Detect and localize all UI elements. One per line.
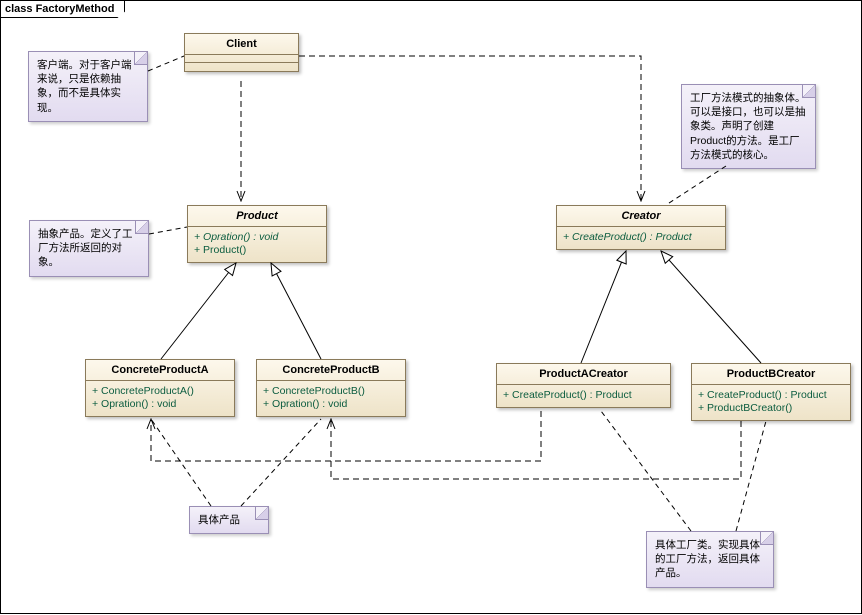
class-title: ConcreteProductA (86, 360, 234, 381)
class-product-a-creator: ProductACreator + CreateProduct() : Prod… (496, 363, 671, 408)
class-client: Client (184, 33, 299, 72)
class-title: ConcreteProductB (257, 360, 405, 381)
class-members: + CreateProduct() : Product (497, 385, 670, 407)
class-product: Product + Opration() : void + Product() (187, 205, 327, 263)
note-client: 客户端。对于客户端来说，只是依赖抽象，而不是具体实现。 (28, 51, 148, 122)
class-members: + CreateProduct() : Product + ProductBCr… (692, 385, 850, 420)
class-title: Client (185, 34, 298, 55)
class-title: ProductBCreator (692, 364, 850, 385)
class-members: + Opration() : void + Product() (188, 227, 326, 262)
class-creator: Creator + CreateProduct() : Product (556, 205, 726, 250)
class-product-b-creator: ProductBCreator + CreateProduct() : Prod… (691, 363, 851, 421)
diagram-frame: class FactoryMethod 客户端。对于客户端来说，只是依赖抽象，而… (0, 0, 862, 614)
class-title: ProductACreator (497, 364, 670, 385)
note-creator: 工厂方法模式的抽象体。可以是接口，也可以是抽象类。声明了创建Product的方法… (681, 84, 816, 169)
class-members: + ConcreteProductB() + Opration() : void (257, 381, 405, 416)
class-concrete-product-b: ConcreteProductB + ConcreteProductB() + … (256, 359, 406, 417)
class-members: + ConcreteProductA() + Opration() : void (86, 381, 234, 416)
frame-label: class FactoryMethod (1, 1, 125, 18)
note-concrete-factories: 具体工厂类。实现具体的工厂方法，返回具体产品。 (646, 531, 774, 588)
class-concrete-product-a: ConcreteProductA + ConcreteProductA() + … (85, 359, 235, 417)
class-members: + CreateProduct() : Product (557, 227, 725, 249)
note-product: 抽象产品。定义了工厂方法所返回的对象。 (29, 220, 149, 277)
class-title: Creator (557, 206, 725, 227)
class-title: Product (188, 206, 326, 227)
note-concrete-products: 具体产品 (189, 506, 269, 534)
